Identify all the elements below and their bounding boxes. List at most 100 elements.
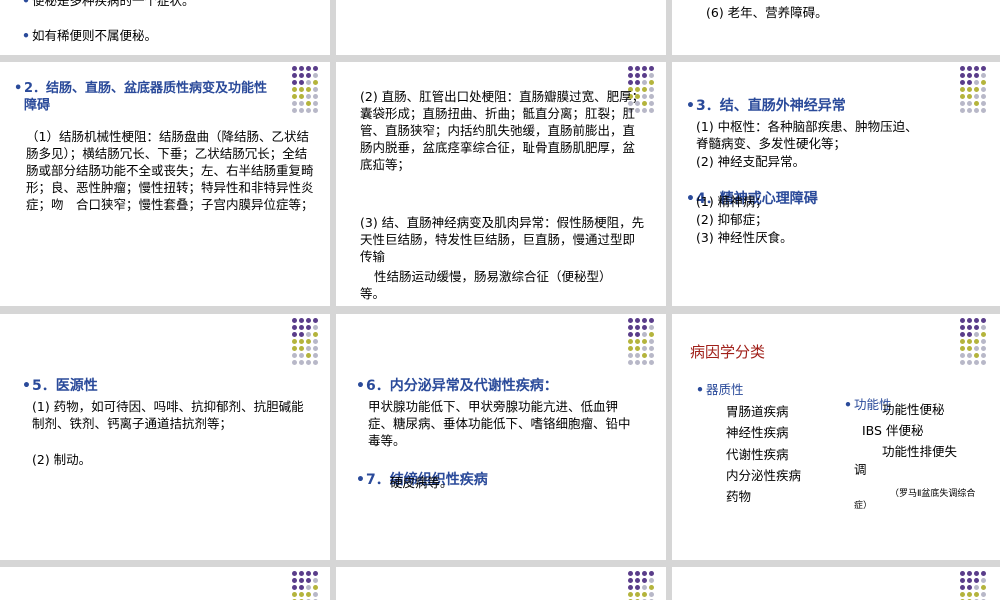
decor-dot — [635, 346, 640, 351]
decor-dot — [299, 353, 304, 358]
decor-dot — [628, 353, 633, 358]
decor-dot — [967, 339, 972, 344]
decor-dot — [628, 346, 633, 351]
decor-dot — [299, 346, 304, 351]
decor-dot — [960, 339, 965, 344]
decor-dot — [313, 578, 318, 583]
decor-dot — [649, 73, 654, 78]
decor-dot — [635, 585, 640, 590]
decor-dot — [967, 332, 972, 337]
list-line: (1) 精神病； — [696, 194, 768, 209]
decor-dot — [981, 592, 986, 597]
decor-dot — [313, 108, 318, 113]
decor-dot — [313, 360, 318, 365]
footnote: 症） — [854, 501, 873, 511]
decor-dot — [649, 353, 654, 358]
decor-dot — [635, 80, 640, 85]
decor-dot — [649, 325, 654, 330]
decor-dot — [974, 318, 979, 323]
decor-dot — [642, 66, 647, 71]
decor-dot — [635, 360, 640, 365]
decor-dot — [306, 360, 311, 365]
decor-dot — [967, 592, 972, 597]
decor-dot — [649, 87, 654, 92]
decor-dot — [642, 346, 647, 351]
decor-dot — [635, 332, 640, 337]
decor-dot — [649, 592, 654, 597]
decor-dot — [292, 353, 297, 358]
decor-dot — [974, 578, 979, 583]
decor-dot — [642, 318, 647, 323]
decor-dot — [981, 73, 986, 78]
decor-dot — [960, 592, 965, 597]
decor-dot — [292, 578, 297, 583]
decor-dot — [981, 80, 986, 85]
decor-dot — [974, 73, 979, 78]
decor-dot — [292, 73, 297, 78]
decor-dot — [981, 346, 986, 351]
decor-dot — [313, 592, 318, 597]
decor-dot — [292, 571, 297, 576]
decor-dot — [299, 360, 304, 365]
decor-dot — [299, 108, 304, 113]
decor-dot — [292, 332, 297, 337]
decor-dot — [292, 66, 297, 71]
decor-dot — [642, 80, 647, 85]
decor-dot — [967, 325, 972, 330]
list-line: 代谢性疾病 — [726, 447, 789, 462]
decor-dot — [635, 66, 640, 71]
decor-dot — [974, 66, 979, 71]
decor-dot — [974, 80, 979, 85]
decor-dot — [642, 360, 647, 365]
decor-dot — [960, 360, 965, 365]
decor-dot — [974, 592, 979, 597]
slide-5: (2) 直肠、肛管出口处梗阻：直肠瓣膜过宽、肥厚；囊袋形成；直肠扭曲、折曲；骶直… — [336, 62, 666, 306]
decor-dot — [649, 318, 654, 323]
decor-dot — [960, 66, 965, 71]
decor-dot — [306, 585, 311, 590]
slide-1: 便秘是多种疾病的一个症状。 如有稀便则不属便秘。 — [0, 0, 330, 55]
decor-dot — [299, 73, 304, 78]
list-line: 脊髓病变、多发性硬化等； — [696, 136, 847, 151]
decor-dot — [313, 585, 318, 590]
paragraph: (2) 直肠、肛管出口处梗阻：直肠瓣膜过宽、肥厚；囊袋形成；直肠扭曲、折曲；骶直… — [360, 89, 645, 172]
decor-dot — [960, 353, 965, 358]
bullet-text: 便秘是多种疾病的一个症状。 — [22, 0, 330, 9]
heading: 6．内分泌异常及代谢性疾病： — [356, 378, 666, 395]
slide-title: 病因学分类 — [690, 343, 766, 361]
decor-dot — [628, 360, 633, 365]
decor-dot — [974, 87, 979, 92]
decor-dot — [299, 578, 304, 583]
decor-dot — [649, 66, 654, 71]
decor-dot — [981, 339, 986, 344]
decor-dot — [960, 318, 965, 323]
decor-dot — [960, 571, 965, 576]
decor-dot — [974, 325, 979, 330]
decor-dot — [306, 346, 311, 351]
paragraph: (1) 药物，如可待因、吗啡、抗抑郁剂、抗胆碱能制剂、铁剂、钙离子通道拮抗剂等； — [32, 399, 304, 431]
decor-dot — [628, 571, 633, 576]
slide-3: (6) 老年、营养障碍。 — [672, 0, 1000, 55]
slide-4: 2．结肠、直肠、盆底器质性病变及功能性 障碍 （1）结肠机械性梗阻：结肠盘曲（降… — [0, 62, 330, 306]
decor-dots-icon — [292, 318, 322, 368]
decor-dot — [306, 578, 311, 583]
slide-10 — [0, 567, 330, 600]
decor-dot — [292, 101, 297, 106]
decor-dot — [649, 332, 654, 337]
decor-dot — [628, 73, 633, 78]
list-line: 神经性疾病 — [726, 425, 789, 440]
decor-dot — [981, 571, 986, 576]
slide-12 — [672, 567, 1000, 600]
decor-dot — [635, 318, 640, 323]
heading: 3．结、直肠外神经异常 — [686, 98, 1000, 115]
decor-dot — [981, 332, 986, 337]
decor-dot — [967, 80, 972, 85]
decor-dot — [649, 94, 654, 99]
decor-dot — [960, 325, 965, 330]
decor-dot — [313, 353, 318, 358]
decor-dot — [974, 346, 979, 351]
slide-8: 6．内分泌异常及代谢性疾病： 甲状腺功能低下、甲状旁腺功能亢进、低血钾症、糖尿病… — [336, 314, 666, 560]
decor-dot — [642, 332, 647, 337]
decor-dot — [649, 108, 654, 113]
paragraph: 性结肠运动缓慢，肠易激综合征（便秘型）等。 — [360, 269, 612, 301]
